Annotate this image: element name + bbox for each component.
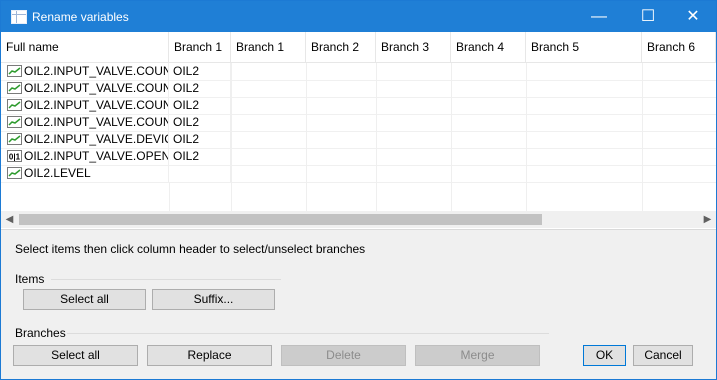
column-divider bbox=[306, 63, 307, 211]
branch-1-cell: OIL2 bbox=[169, 80, 231, 97]
items-group-label: Items bbox=[15, 272, 45, 286]
window-title: Rename variables bbox=[32, 10, 129, 24]
table-row[interactable]: OIL2.LEVEL bbox=[1, 165, 716, 183]
scrollbar-thumb[interactable] bbox=[19, 214, 542, 225]
instruction-text: Select items then click column header to… bbox=[15, 242, 366, 256]
full-name-cell: OIL2.INPUT_VALVE.DEVICEID bbox=[1, 131, 169, 148]
branch-1-cell: OIL2 bbox=[169, 114, 231, 131]
table-row[interactable]: OIL2.INPUT_VALVE.DEVICEID OIL2 bbox=[1, 131, 716, 149]
column-divider bbox=[451, 63, 452, 211]
table-row[interactable]: OIL2.INPUT_VALVE.COUNTER OIL2 bbox=[1, 63, 716, 81]
branch-1-cell bbox=[169, 165, 231, 182]
branch-1-cell: OIL2 bbox=[169, 148, 231, 165]
close-button[interactable]: ✕ bbox=[670, 1, 716, 32]
variables-grid[interactable]: Full name Branch 1 Branch 1 Branch 2 Bra… bbox=[1, 32, 716, 230]
rename-variables-window: Rename variables — ☐ ✕ Full name Branch … bbox=[0, 0, 717, 380]
table-icon bbox=[11, 10, 27, 24]
replace-button[interactable]: Replace bbox=[147, 345, 272, 366]
table-row[interactable]: OIL2.INPUT_VALVE.COUNTER OIL2 bbox=[1, 80, 716, 98]
table-row[interactable]: OIL2.INPUT_VALVE.COUNTER OIL2 bbox=[1, 97, 716, 115]
suffix-button[interactable]: Suffix... bbox=[152, 289, 275, 310]
branch-1-cell: OIL2 bbox=[169, 97, 231, 114]
column-header-branch-1[interactable]: Branch 1 bbox=[169, 32, 231, 62]
column-divider bbox=[231, 63, 232, 211]
items-select-all-button[interactable]: Select all bbox=[23, 289, 146, 310]
column-header-branch-4[interactable]: Branch 4 bbox=[451, 32, 526, 62]
full-name-cell: OIL2.LEVEL bbox=[1, 165, 169, 182]
delete-button[interactable]: Delete bbox=[281, 345, 406, 366]
table-row[interactable]: OIL2.INPUT_VALVE.COUNTER OIL2 bbox=[1, 114, 716, 132]
horizontal-scrollbar[interactable]: ◀ ▶ bbox=[1, 211, 716, 228]
grid-header: Full name Branch 1 Branch 1 Branch 2 Bra… bbox=[1, 32, 716, 63]
branches-group-label: Branches bbox=[15, 326, 66, 340]
full-name-cell: OIL2.INPUT_VALVE.OPEN bbox=[1, 148, 169, 165]
column-divider bbox=[642, 63, 643, 211]
column-header-branch-5[interactable]: Branch 5 bbox=[526, 32, 642, 62]
items-group-divider bbox=[51, 279, 281, 280]
column-divider bbox=[169, 182, 170, 211]
minimize-button[interactable]: — bbox=[576, 1, 622, 32]
column-divider bbox=[526, 63, 527, 211]
ok-button[interactable]: OK bbox=[583, 345, 626, 366]
full-name-cell: OIL2.INPUT_VALVE.COUNTER bbox=[1, 80, 169, 97]
column-header-branch-3[interactable]: Branch 3 bbox=[376, 32, 451, 62]
column-header-branch-1b[interactable]: Branch 1 bbox=[231, 32, 306, 62]
full-name-cell: OIL2.INPUT_VALVE.COUNTER bbox=[1, 114, 169, 131]
cancel-button[interactable]: Cancel bbox=[633, 345, 693, 366]
branch-1-cell: OIL2 bbox=[169, 131, 231, 148]
branches-group-divider bbox=[67, 333, 549, 334]
column-divider bbox=[376, 63, 377, 211]
branch-1-cell: OIL2 bbox=[169, 63, 231, 80]
maximize-button[interactable]: ☐ bbox=[625, 1, 671, 32]
table-row[interactable]: 0|1 OIL2.INPUT_VALVE.OPEN OIL2 bbox=[1, 148, 716, 166]
full-name-cell: OIL2.INPUT_VALVE.COUNTER bbox=[1, 97, 169, 114]
title-bar[interactable]: Rename variables — ☐ ✕ bbox=[1, 1, 716, 32]
full-name-cell: OIL2.INPUT_VALVE.COUNTER bbox=[1, 63, 169, 80]
scroll-right-icon[interactable]: ▶ bbox=[699, 211, 716, 228]
column-header-branch-6[interactable]: Branch 6 bbox=[642, 32, 716, 62]
scroll-left-icon[interactable]: ◀ bbox=[1, 211, 18, 228]
branches-select-all-button[interactable]: Select all bbox=[13, 345, 138, 366]
column-header-branch-2[interactable]: Branch 2 bbox=[306, 32, 376, 62]
column-header-full-name[interactable]: Full name bbox=[1, 32, 169, 62]
merge-button[interactable]: Merge bbox=[415, 345, 540, 366]
